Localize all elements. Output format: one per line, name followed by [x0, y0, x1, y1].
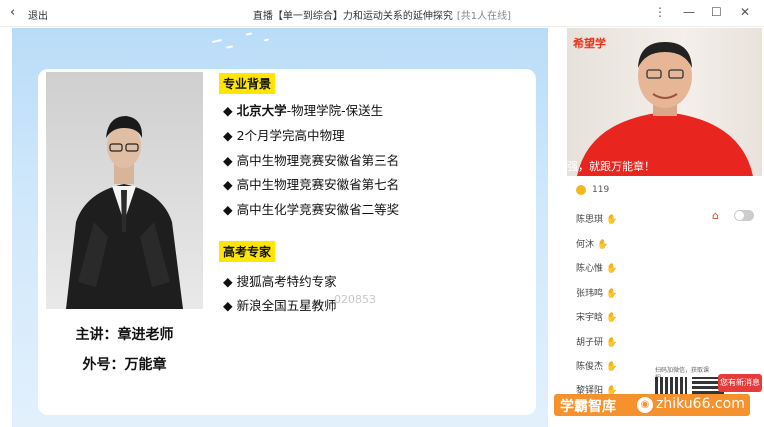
bullet-item: ◆ 高中生物理竞赛安徽省第三名: [223, 150, 399, 169]
bullet-item: ◆ 新浪全国五星教师: [223, 295, 337, 314]
more-icon[interactable]: ⋮: [654, 5, 666, 19]
bird-decoration: [263, 38, 270, 42]
chat-user: 宋宇晗 ✋: [576, 310, 617, 323]
chat-user: 陈心惟 ✋: [576, 261, 617, 274]
course-title: 直播【单一到综合】力和运动关系的延伸探究: [252, 11, 453, 22]
slide-stage: 主讲：章进老师 外号：万能章 专业背景 ◆ 北京大学-物理学院-保送生 ◆ 2个…: [12, 28, 548, 427]
bullet-icon: ◆: [223, 153, 233, 168]
bullet-item: ◆ 北京大学-物理学院-保送生: [223, 100, 383, 119]
bullet-icon: ◆: [223, 177, 233, 192]
title-bar: ‹ 退出 直播【单一到综合】力和运动关系的延伸探究 [共1人在线] ⋮ — ☐ ✕: [0, 0, 764, 27]
username: 陈思琪: [576, 215, 604, 225]
new-message-button[interactable]: 您有新消息: [718, 374, 762, 392]
watermark-url: zhiku66.com: [656, 396, 745, 412]
bullet-text: 高中生物理竞赛安徽省第三名: [236, 153, 400, 168]
teacher-name: 主讲：章进老师: [75, 327, 174, 343]
bullet-bold-text: 北京大学: [236, 103, 287, 118]
bird-decoration: [245, 32, 253, 36]
username: 张玮鸣: [576, 289, 604, 299]
close-icon[interactable]: ✕: [740, 5, 750, 19]
watermark-logo-icon: ◉: [636, 396, 654, 414]
online-count: [共1人在线]: [456, 11, 512, 22]
teacher-video: 希望学 强，就跟万能章！: [567, 28, 762, 176]
chat-user: 陈俊杰 ✋: [576, 359, 617, 372]
raise-hand-icon: ✋: [606, 362, 618, 372]
chat-toggle[interactable]: [734, 210, 754, 221]
bullet-text: 搜狐高考特约专家: [236, 274, 337, 289]
coin-count: 119: [592, 185, 610, 195]
raise-hand-icon: ✋: [606, 264, 618, 274]
minimize-icon[interactable]: —: [683, 5, 695, 19]
bullet-item: ◆ 搜狐高考特约专家: [223, 271, 337, 290]
bird-decoration: [211, 38, 223, 44]
teacher-photo: [46, 72, 203, 309]
username: 宋宇晗: [576, 313, 604, 323]
teacher-intro-card: 主讲：章进老师 外号：万能章 专业背景 ◆ 北京大学-物理学院-保送生 ◆ 2个…: [38, 69, 536, 415]
bullet-text: 高中生化学竞赛安徽省二等奖: [236, 202, 400, 217]
maximize-icon[interactable]: ☐: [711, 5, 722, 19]
window-title: 直播【单一到综合】力和运动关系的延伸探究 [共1人在线]: [0, 7, 764, 22]
coin-icon: [576, 185, 586, 195]
bullet-icon: ◆: [223, 274, 233, 289]
chat-user: 胡子研 ✋: [576, 335, 617, 348]
bullet-icon: ◆: [223, 298, 233, 313]
raise-hand-icon: ✋: [606, 289, 618, 299]
bullet-icon: ◆: [223, 128, 233, 143]
bullet-icon: ◆: [223, 202, 233, 217]
bullet-text: -物理学院-保送生: [286, 103, 384, 118]
side-panel: 希望学 强，就跟万能章！ 119 ⌂ 陈思琪 ✋ 何沐 ✋ 陈心惟 ✋ 张玮鸣 ✋ 宋宇…: [564, 28, 764, 427]
teacher-figure: [577, 42, 753, 176]
raise-hand-icon: ✋: [606, 215, 618, 225]
video-subtitle: 强，就跟万能章！: [567, 160, 655, 173]
username: 何沐: [576, 240, 595, 250]
bird-decoration: [225, 45, 234, 49]
raise-hand-icon: ✋: [597, 240, 609, 250]
teacher-alias: 外号：万能章: [82, 357, 167, 373]
bullet-text: 2个月学完高中物理: [236, 128, 345, 143]
chat-user: 张玮鸣 ✋: [576, 286, 617, 299]
username: 陈俊杰: [576, 362, 604, 372]
bullet-text: 新浪全国五星教师: [236, 298, 337, 313]
username: 陈心惟: [576, 264, 604, 274]
bullet-item: ◆ 高中生化学竞赛安徽省二等奖: [223, 199, 399, 218]
gift-icon[interactable]: ⌂: [712, 209, 719, 222]
bullet-item: ◆ 高中生物理竞赛安徽省第七名: [223, 174, 399, 193]
teacher-portrait: [66, 116, 183, 309]
chat-user: 何沐 ✋: [576, 237, 608, 250]
username: 胡子研: [576, 338, 604, 348]
user-id-watermark: 020853: [334, 293, 376, 306]
section-heading-background: 专业背景: [219, 73, 276, 94]
chat-user: 陈思琪 ✋: [576, 212, 617, 225]
raise-hand-icon: ✋: [606, 338, 618, 348]
section-heading-experts: 高考专家: [219, 241, 276, 262]
bullet-icon: ◆: [223, 103, 233, 118]
bullet-item: ◆ 2个月学完高中物理: [223, 125, 345, 144]
raise-hand-icon: ✋: [606, 313, 618, 323]
watermark-brand: 学霸智库: [560, 399, 616, 415]
bullet-text: 高中生物理竞赛安徽省第七名: [236, 177, 400, 192]
